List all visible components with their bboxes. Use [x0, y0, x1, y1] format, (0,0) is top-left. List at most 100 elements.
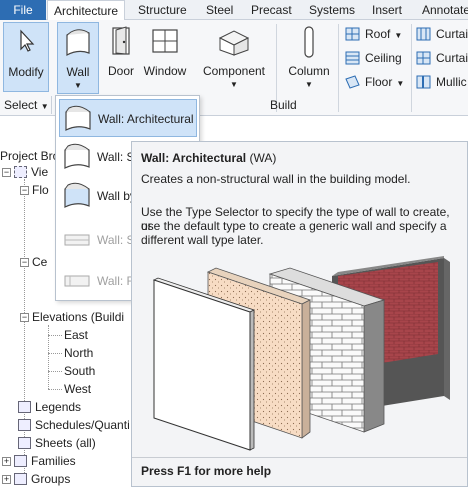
schedules-icon	[18, 419, 31, 431]
wall-button[interactable]: Wall ▼	[57, 22, 99, 94]
ribbon-tab-bar: File Architecture Structure Steel Precas…	[0, 0, 468, 21]
column-dropdown-caret-icon: ▼	[305, 80, 313, 89]
ceiling-plans-label: Ce	[32, 255, 48, 269]
select-menu[interactable]: Select ▼	[0, 96, 52, 114]
wall-layers-illustration	[152, 256, 450, 451]
column-button[interactable]: Column ▼	[284, 22, 334, 92]
tooltip-wall-architectural: Wall: Architectural (WA) Creates a non-s…	[131, 141, 468, 487]
ceiling-label: Ceiling	[365, 51, 402, 65]
tab-steel[interactable]: Steel	[200, 0, 239, 20]
tooltip-title: Wall: Architectural (WA)	[141, 151, 276, 165]
floor-icon	[345, 75, 360, 89]
tooltip-shortcut: (WA)	[249, 151, 277, 165]
tab-annotate[interactable]: Annotate	[416, 0, 468, 20]
tree-elevation-east[interactable]: East	[64, 326, 88, 344]
ceiling-button[interactable]: Ceiling	[343, 48, 402, 68]
window-button[interactable]: Window	[140, 22, 190, 92]
curtain-system-label: Curtai	[436, 27, 468, 41]
views-label: Vie	[31, 165, 49, 179]
door-button[interactable]: Door	[104, 22, 138, 92]
ribbon-separator	[411, 24, 412, 112]
tab-systems[interactable]: Systems	[303, 0, 361, 20]
wall-by-face-icon	[64, 182, 90, 208]
curtain-system-icon	[416, 27, 431, 41]
curtain-grid-icon	[416, 51, 431, 65]
mullion-label: Mullic	[436, 75, 467, 89]
component-dropdown-caret-icon: ▼	[230, 80, 238, 89]
tree-floor-plans[interactable]: − Flo	[20, 181, 49, 199]
ribbon-separator	[338, 24, 339, 112]
families-label: Families	[31, 454, 76, 468]
wall-reveal-icon	[64, 275, 90, 287]
elevations-label: Elevations (Buildi	[32, 310, 125, 324]
tab-precast[interactable]: Precast	[245, 0, 298, 20]
tooltip-divider	[132, 457, 467, 458]
tree-line	[48, 335, 62, 336]
door-label: Door	[107, 64, 134, 78]
tree-elevation-west[interactable]: West	[64, 380, 91, 398]
tooltip-title-text: Wall: Architectural	[141, 151, 247, 165]
wall-sweep-icon	[64, 234, 90, 246]
tab-architecture[interactable]: Architecture	[47, 0, 126, 21]
schedules-label: Schedules/Quanti	[35, 418, 130, 432]
select-label: Select	[4, 98, 38, 112]
column-label: Column	[288, 64, 330, 78]
wall-architectural-icon	[65, 105, 91, 131]
floor-label: Floor	[365, 75, 393, 89]
tree-ceiling-plans[interactable]: − Ce	[20, 253, 47, 271]
mullion-icon	[416, 75, 431, 89]
tab-structure[interactable]: Structure	[132, 0, 193, 20]
tree-elevation-north[interactable]: North	[64, 344, 93, 362]
window-icon	[152, 29, 178, 53]
families-icon	[14, 455, 27, 467]
tree-line	[48, 371, 62, 372]
sheets-icon	[18, 437, 31, 449]
wall-label: Wall	[66, 65, 90, 79]
views-icon	[14, 166, 27, 178]
curtain-system-button[interactable]: Curtai	[414, 24, 468, 44]
tree-elevation-south[interactable]: South	[64, 362, 95, 380]
tree-legends[interactable]: Legends	[18, 398, 81, 416]
wall-icon	[66, 29, 90, 57]
tree-sheets[interactable]: Sheets (all)	[18, 434, 96, 452]
tooltip-help-line-3: different wall type later.	[141, 233, 264, 247]
tab-insert[interactable]: Insert	[366, 0, 408, 20]
tooltip-help-line-2: use the default type to create a generic…	[141, 219, 447, 233]
curtain-grid-button[interactable]: Curtai	[414, 48, 468, 68]
ceiling-icon	[345, 51, 360, 65]
roof-label: Roof	[365, 27, 391, 41]
door-icon	[112, 26, 130, 55]
legends-icon	[18, 401, 31, 413]
groups-label: Groups	[31, 472, 71, 486]
roof-button[interactable]: Roof ▼	[343, 24, 402, 44]
tree-groups[interactable]: + Groups	[2, 470, 70, 487]
modify-button[interactable]: Modify	[3, 22, 49, 92]
menu-wall-architectural[interactable]: Wall: Architectural	[59, 99, 197, 137]
component-button[interactable]: Component ▼	[198, 22, 270, 92]
cursor-arrow-icon	[20, 29, 35, 52]
tooltip-description: Creates a non-structural wall in the bui…	[141, 172, 411, 186]
tree-schedules[interactable]: Schedules/Quanti	[18, 416, 130, 434]
window-label: Window	[143, 64, 187, 78]
tooltip-footer: Press F1 for more help	[141, 464, 272, 478]
component-icon	[218, 30, 250, 56]
roof-icon	[345, 27, 360, 41]
groups-icon	[14, 473, 27, 485]
tree-line	[48, 353, 62, 354]
menu-wall-architectural-label: Wall: Architectural	[98, 112, 194, 126]
component-label: Component	[202, 64, 266, 78]
legends-label: Legends	[35, 400, 82, 414]
menu-wall-reveal-label: Wall: R	[97, 274, 136, 288]
modify-label: Modify	[8, 65, 44, 79]
floor-button[interactable]: Floor ▼	[343, 72, 404, 92]
column-icon	[304, 26, 314, 58]
mullion-button[interactable]: Mullic	[414, 72, 467, 92]
tab-file[interactable]: File	[0, 0, 46, 20]
tree-elevations[interactable]: − Elevations (Buildi	[20, 308, 124, 326]
curtain-grid-label: Curtai	[436, 51, 468, 65]
build-panel-label: Build	[270, 98, 297, 112]
sheets-label: Sheets (all)	[35, 436, 96, 450]
tree-line	[48, 389, 62, 390]
tree-views[interactable]: − Vie	[2, 163, 48, 181]
tree-families[interactable]: + Families	[2, 452, 76, 470]
